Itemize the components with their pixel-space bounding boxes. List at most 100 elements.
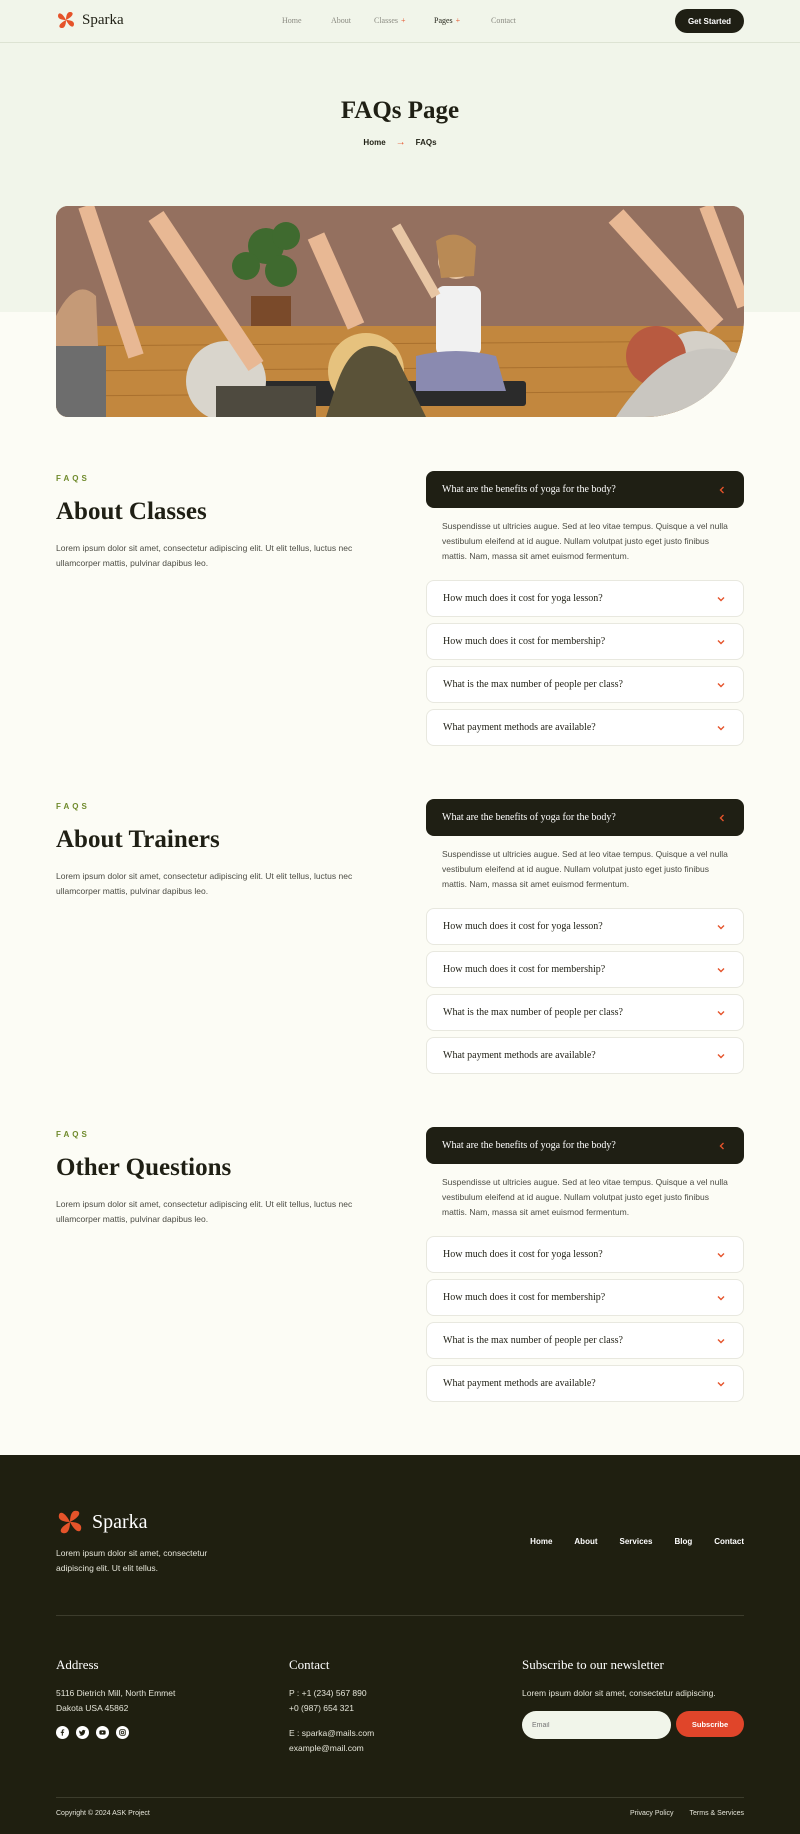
faq-item[interactable]: How much does it cost for yoga lesson? [426,908,744,945]
email-1[interactable]: E : sparka@mails.com [289,1726,374,1741]
faq-item[interactable]: What payment methods are available? [426,709,744,746]
faq-open-question[interactable]: What are the benefits of yoga for the bo… [426,799,744,836]
faq-question: How much does it cost for yoga lesson? [443,1249,603,1260]
chevron-left-icon [716,812,728,824]
faq-item[interactable]: What is the max number of people per cla… [426,994,744,1031]
nav-about[interactable]: About [331,16,374,25]
faq-answer: Suspendisse ut ultricies augue. Sed at l… [442,849,728,889]
terms-link[interactable]: Terms & Services [690,1810,744,1817]
faq-question: How much does it cost for membership? [443,1292,606,1303]
chevron-down-icon [715,679,727,691]
chevron-down-icon [715,636,727,648]
faq-question: How much does it cost for yoga lesson? [443,593,603,604]
footer-nav-about[interactable]: About [574,1537,597,1546]
breadcrumb: Home → FAQs [0,137,800,148]
faq-question: What are the benefits of yoga for the bo… [442,484,616,495]
footer-description: Lorem ipsum dolor sit amet, consectetur … [56,1548,208,1573]
main-nav: Home About Classes + Pages + Contact [282,16,531,25]
faq-item[interactable]: How much does it cost for yoga lesson? [426,580,744,617]
faq-open-question[interactable]: What are the benefits of yoga for the bo… [426,471,744,508]
newsletter-title: Subscribe to our newsletter [522,1657,664,1672]
faq-question: What are the benefits of yoga for the bo… [442,1140,616,1151]
instagram-icon[interactable] [116,1726,129,1739]
footer-divider [56,1615,744,1616]
get-started-button[interactable]: Get Started [675,9,744,33]
faq-item[interactable]: How much does it cost for yoga lesson? [426,1236,744,1273]
chevron-down-icon [715,1292,727,1304]
copyright: Copyright © 2024 ASK Project [56,1810,150,1817]
chevron-down-icon [715,593,727,605]
twitter-icon[interactable] [76,1726,89,1739]
email-input[interactable] [522,1711,671,1739]
plus-icon: + [401,16,406,25]
faq-item[interactable]: What payment methods are available? [426,1037,744,1074]
faq-item[interactable]: How much does it cost for membership? [426,623,744,660]
section-title: About Classes [56,498,207,525]
nav-home-label: Home [282,16,302,25]
nav-pages[interactable]: Pages + [434,16,491,25]
faq-question: How much does it cost for yoga lesson? [443,921,603,932]
section-text: Lorem ipsum dolor sit amet, consectetur … [56,1199,353,1224]
section-kicker: FAQS [56,1130,90,1139]
chevron-down-icon [715,964,727,976]
subscribe-button[interactable]: Subscribe [676,1711,744,1737]
nav-about-label: About [331,16,351,25]
chevron-down-icon [715,1007,727,1019]
faq-answer: Suspendisse ut ultricies augue. Sed at l… [442,1177,728,1217]
footer-bottom-divider [56,1797,744,1798]
faq-item[interactable]: What is the max number of people per cla… [426,666,744,703]
page-title: FAQs Page [340,97,460,124]
address-title: Address [56,1657,99,1672]
logo-text: Sparka [82,11,124,28]
footer-nav-services[interactable]: Services [620,1537,653,1546]
section-kicker: FAQS [56,802,90,811]
privacy-policy-link[interactable]: Privacy Policy [630,1810,674,1817]
chevron-down-icon [715,921,727,933]
site-header: Sparka Home About Classes + Pages + Contac… [0,0,800,43]
hero-image [56,206,744,417]
faq-item[interactable]: How much does it cost for membership? [426,1279,744,1316]
address-line-2: Dakota USA 45862 [56,1703,129,1713]
phone-1[interactable]: P : +1 (234) 567 890 [289,1686,367,1701]
youtube-icon[interactable] [96,1726,109,1739]
section-text: Lorem ipsum dolor sit amet, consectetur … [56,543,353,568]
nav-home[interactable]: Home [282,16,331,25]
chevron-down-icon [715,722,727,734]
section-text: Lorem ipsum dolor sit amet, consectetur … [56,871,353,896]
chevron-left-icon [716,484,728,496]
flower-logo-icon [58,12,74,28]
email-2[interactable]: example@mail.com [289,1741,364,1756]
faq-question: What payment methods are available? [443,1378,596,1389]
faq-item[interactable]: What payment methods are available? [426,1365,744,1402]
faq-question: What is the max number of people per cla… [443,679,623,690]
faq-answer: Suspendisse ut ultricies augue. Sed at l… [442,521,728,561]
nav-classes[interactable]: Classes + [374,16,434,25]
breadcrumb-home[interactable]: Home [363,138,385,147]
footer-nav-blog[interactable]: Blog [674,1537,692,1546]
section-title: Other Questions [56,1154,232,1181]
faq-open-question[interactable]: What are the benefits of yoga for the bo… [426,1127,744,1164]
faq-question: What is the max number of people per cla… [443,1335,623,1346]
chevron-down-icon [715,1249,727,1261]
faq-item[interactable]: How much does it cost for membership? [426,951,744,988]
section-title: About Trainers [56,826,220,853]
footer-logo-text: Sparka [92,1510,148,1533]
footer-nav: Home About Services Blog Contact [530,1537,744,1546]
chevron-down-icon [715,1050,727,1062]
footer-nav-contact[interactable]: Contact [714,1537,744,1546]
plus-icon: + [455,16,461,25]
newsletter-text: Lorem ipsum dolor sit amet, consectetur … [522,1688,716,1698]
faq-question: What is the max number of people per cla… [443,1007,623,1018]
logo[interactable]: Sparka [56,10,124,30]
chevron-down-icon [715,1335,727,1347]
nav-contact[interactable]: Contact [491,16,531,25]
footer-logo[interactable]: Sparka [56,1508,148,1536]
faq-item[interactable]: What is the max number of people per cla… [426,1322,744,1359]
facebook-icon[interactable] [56,1726,69,1739]
legal-links: Privacy Policy Terms & Services [630,1810,744,1817]
chevron-down-icon [715,1378,727,1390]
social-links [56,1726,129,1739]
contact-title: Contact [289,1657,330,1672]
footer-nav-home[interactable]: Home [530,1537,552,1546]
phone-2[interactable]: +0 (987) 654 321 [289,1701,354,1716]
